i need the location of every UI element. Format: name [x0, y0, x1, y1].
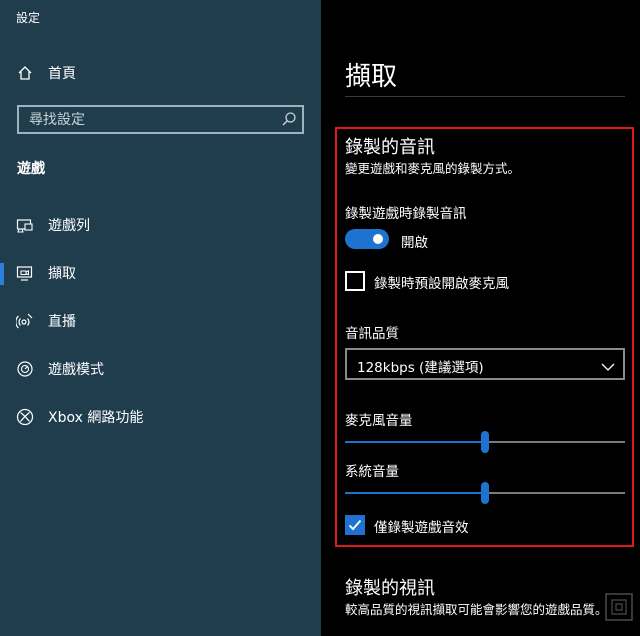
slider-track: [485, 441, 625, 443]
dropdown-value: 128kbps (建議選項): [357, 360, 484, 376]
slider-track-fill: [345, 441, 485, 443]
game-bar-icon: [16, 216, 34, 234]
checkmark-icon: [348, 519, 362, 531]
mic-volume-label: 麥克風音量: [345, 413, 413, 429]
sidebar-item-label: 直播: [48, 314, 76, 330]
search-icon[interactable]: [281, 111, 297, 127]
game-audio-only-checkbox[interactable]: [345, 515, 365, 535]
watermark-logo: [604, 592, 634, 630]
sidebar-item-game-mode[interactable]: 遊戲模式: [0, 349, 321, 389]
sidebar-item-label: Xbox 網路功能: [48, 410, 144, 426]
sidebar-item-broadcast[interactable]: 直播: [0, 301, 321, 341]
slider-thumb[interactable]: [481, 482, 489, 504]
sidebar-section-heading: 遊戲: [17, 161, 45, 177]
record-audio-toggle[interactable]: [345, 229, 389, 249]
toggle-state-label: 開啟: [401, 235, 428, 251]
mic-default-checkbox[interactable]: [345, 271, 365, 291]
sidebar-item-label: 遊戲模式: [48, 362, 104, 378]
main-content: 擷取 錄製的音訊 變更遊戲和麥克風的錄製方式。 錄製遊戲時錄製音訊 開啟 錄製時…: [321, 0, 640, 636]
sidebar-item-label: 遊戲列: [48, 218, 90, 234]
broadcast-icon: [16, 312, 34, 330]
sidebar-item-game-bar[interactable]: 遊戲列: [0, 205, 321, 245]
slider-thumb[interactable]: [481, 431, 489, 453]
audio-section-title: 錄製的音訊: [345, 137, 435, 158]
capture-icon: [16, 264, 34, 282]
video-section-description: 較高品質的視訊擷取可能會影響您的遊戲品質。: [345, 602, 608, 617]
audio-quality-label: 音訊品質: [345, 326, 399, 342]
xbox-icon: [16, 408, 34, 426]
toggle-knob: [373, 234, 383, 244]
system-volume-label: 系統音量: [345, 464, 399, 480]
mic-default-label: 錄製時預設開啟麥克風: [374, 276, 509, 292]
search-box[interactable]: [17, 105, 304, 134]
sidebar-item-label: 擷取: [48, 266, 76, 282]
sidebar-item-xbox-networking[interactable]: Xbox 網路功能: [0, 397, 321, 437]
system-volume-slider[interactable]: [345, 481, 625, 505]
sidebar-item-label: 首頁: [48, 66, 76, 82]
video-section-title: 錄製的視訊: [345, 578, 435, 599]
chevron-down-icon: [601, 358, 615, 371]
game-mode-icon: [16, 360, 34, 378]
record-audio-label: 錄製遊戲時錄製音訊: [345, 206, 467, 222]
sidebar: 設定 首頁 遊戲 遊戲列 擷取 直播 遊戲模式: [0, 0, 321, 636]
sidebar-item-capture[interactable]: 擷取: [0, 253, 321, 293]
app-title: 設定: [16, 11, 41, 25]
search-input[interactable]: [19, 107, 269, 132]
audio-section-description: 變更遊戲和麥克風的錄製方式。: [345, 161, 521, 176]
mic-volume-slider[interactable]: [345, 430, 625, 454]
audio-quality-dropdown[interactable]: 128kbps (建議選項): [345, 348, 625, 380]
slider-track-fill: [345, 492, 485, 494]
page-title: 擷取: [345, 62, 398, 92]
divider: [345, 96, 625, 97]
game-audio-only-label: 僅錄製遊戲音效: [374, 520, 469, 536]
sidebar-item-home[interactable]: 首頁: [0, 53, 321, 93]
home-icon: [16, 64, 34, 82]
slider-track: [485, 492, 625, 494]
